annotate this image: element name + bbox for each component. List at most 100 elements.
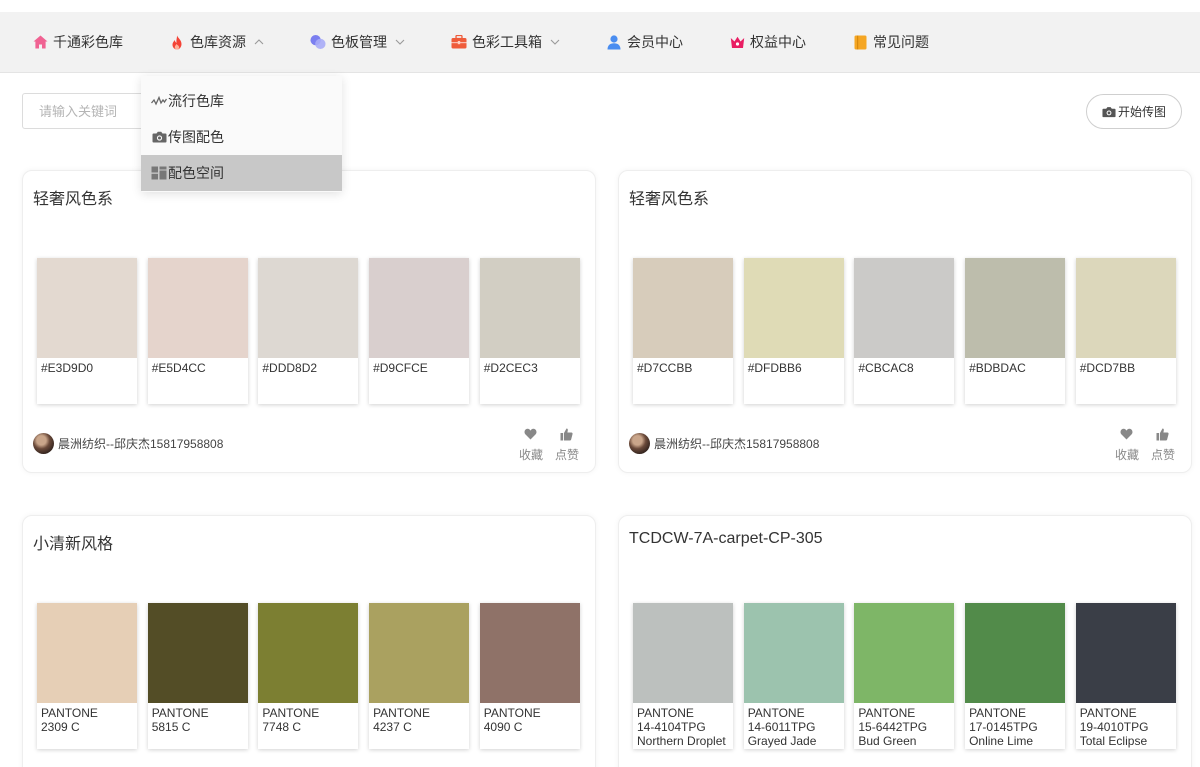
dropdown-item-trend-library[interactable]: 流行色库 — [141, 83, 342, 119]
color-swatch[interactable]: PANTONE 4090 C — [479, 603, 580, 749]
chevron-down-icon — [550, 37, 560, 47]
like-label: 点赞 — [1150, 448, 1175, 462]
color-swatch[interactable]: #D7CCBB — [633, 258, 733, 404]
nav-item-color-toolbox[interactable]: 色彩工具箱 — [451, 12, 560, 73]
swatch-row: #E3D9D0 #E5D4CC #DDD8D2 #D9CFCE #D2CEC3 — [37, 258, 590, 404]
color-swatch[interactable]: PANTONE 14-4104TPG Northern Droplet — [633, 603, 733, 749]
chevron-down-icon — [395, 37, 405, 47]
home-icon — [32, 34, 48, 50]
color-swatch[interactable]: PANTONE 14-6011TPG Grayed Jade — [743, 603, 844, 749]
color-swatch[interactable]: PANTONE 17-0145TPG Online Lime — [965, 603, 1066, 749]
collect-label: 收藏 — [1114, 448, 1139, 462]
nav-label: 权益中心 — [750, 34, 806, 50]
color-swatch[interactable]: #E3D9D0 — [37, 258, 137, 404]
swatch-code-line: 7748 C — [262, 720, 302, 734]
author-info[interactable]: 晨洲纺织--邱庆杰15817958808 — [629, 433, 819, 454]
dropdown-item-label: 传图配色 — [168, 129, 224, 145]
nav-item-benefits-center[interactable]: 权益中心 — [729, 12, 806, 73]
swatch-row: PANTONE 2309 C PANTONE 5815 C PANTONE 7748 … — [37, 603, 590, 749]
color-swatch[interactable]: #D2CEC3 — [479, 258, 580, 404]
collect-button[interactable]: 收藏 — [1115, 427, 1139, 463]
swatch-row: #D7CCBB #DFDBB6 #CBCAC8 #BDBDAC #DCD7BB — [633, 258, 1186, 404]
swatch-code-line: Northern Droplet — [637, 734, 726, 748]
grid-icon — [151, 165, 167, 181]
color-swatch[interactable]: PANTONE 5815 C — [147, 603, 248, 749]
nav-item-home[interactable]: 千通彩色库 — [32, 12, 123, 73]
top-navbar: 千通彩色库 色库资源 色板管理 色彩工具箱 会员中心 权益中心 常见问题 — [0, 12, 1200, 73]
user-icon — [606, 34, 622, 50]
color-swatch[interactable]: PANTONE 15-6442TPG Bud Green — [854, 603, 955, 749]
author-name: 晨洲纺织--邱庆杰15817958808 — [58, 437, 224, 451]
palette-title: TCDCW-7A-carpet-CP-305 — [629, 530, 823, 547]
palette-card[interactable]: TCDCW-7A-carpet-CP-305 PANTONE 14-4104TPG… — [618, 515, 1192, 767]
color-swatch[interactable]: #DFDBB6 — [743, 258, 844, 404]
nav-item-color-resources[interactable]: 色库资源 — [169, 12, 264, 73]
swatch-code-line: PANTONE — [262, 706, 320, 720]
swatch-code-line: #CBCAC8 — [858, 361, 914, 375]
swatch-code-line: #E3D9D0 — [41, 361, 94, 375]
toolbox-icon — [451, 34, 467, 50]
swatch-code-line: #DDD8D2 — [262, 361, 318, 375]
nav-item-palette-management[interactable]: 色板管理 — [310, 12, 405, 73]
swatch-code-line: #DCD7BB — [1079, 361, 1136, 375]
start-upload-button[interactable]: 开始传图 — [1086, 94, 1182, 129]
palette-icon — [310, 34, 326, 50]
dropdown-item-color-space[interactable]: 配色空间 — [141, 155, 342, 191]
color-swatch[interactable]: PANTONE 7748 C — [258, 603, 359, 749]
color-swatch[interactable]: #D9CFCE — [369, 258, 470, 404]
collect-button[interactable]: 收藏 — [519, 427, 543, 463]
color-swatch[interactable]: #CBCAC8 — [854, 258, 955, 404]
like-button[interactable]: 点赞 — [555, 427, 579, 463]
color-swatch[interactable]: PANTONE 2309 C — [37, 603, 137, 749]
swatch-code-line: 4090 C — [483, 720, 523, 734]
card-actions: 收藏 点赞 — [507, 427, 579, 463]
swatch-row: PANTONE 14-4104TPG Northern Droplet PANTON… — [633, 603, 1186, 749]
swatch-code-line: PANTONE — [1079, 706, 1137, 720]
thumbs-up-icon — [560, 427, 574, 441]
color-swatch[interactable]: #DCD7BB — [1075, 258, 1176, 404]
swatch-code-line: PANTONE — [41, 706, 98, 720]
thumbs-up-icon — [1156, 427, 1170, 441]
palette-card[interactable]: 小清新风格 PANTONE 2309 C PANTONE 5815 C PANTON… — [22, 515, 596, 767]
swatch-code-line: 5815 C — [151, 720, 191, 734]
top-strip — [0, 0, 1200, 12]
swatch-code-line: 15-6442TPG — [858, 720, 928, 734]
dropdown-item-label: 流行色库 — [168, 93, 224, 109]
color-swatch[interactable]: #BDBDAC — [965, 258, 1066, 404]
swatch-code-line: Online Lime — [969, 734, 1034, 748]
swatch-code-line: #D2CEC3 — [483, 361, 538, 375]
search-input[interactable] — [22, 93, 155, 129]
color-swatch[interactable]: #E5D4CC — [147, 258, 248, 404]
color-swatch[interactable]: PANTONE 4237 C — [369, 603, 470, 749]
nav-item-faq[interactable]: 常见问题 — [852, 12, 929, 73]
swatch-code-line: 14-4104TPG — [637, 720, 706, 734]
palette-title: 轻奢风色系 — [629, 191, 710, 208]
author-info[interactable]: 晨洲纺织--邱庆杰15817958808 — [33, 433, 223, 454]
crown-icon — [729, 34, 745, 50]
color-resources-dropdown-menu: 流行色库 传图配色 配色空间 — [141, 76, 342, 192]
swatch-code-line: 19-4010TPG — [1079, 720, 1149, 734]
nav-item-member-center[interactable]: 会员中心 — [606, 12, 683, 73]
nav-label: 千通彩色库 — [53, 34, 123, 50]
swatch-code-line: PANTONE — [969, 706, 1026, 720]
nav-label: 色彩工具箱 — [472, 34, 542, 50]
upload-button-label: 开始传图 — [1117, 105, 1166, 119]
swatch-code-line: PANTONE — [858, 706, 916, 720]
swatch-code-line: PANTONE — [373, 706, 430, 720]
avatar — [33, 433, 54, 454]
like-label: 点赞 — [554, 448, 579, 462]
collect-label: 收藏 — [518, 448, 543, 462]
dropdown-item-image-color-match[interactable]: 传图配色 — [141, 119, 342, 155]
color-swatch[interactable]: PANTONE 19-4010TPG Total Eclipse — [1075, 603, 1176, 749]
camera-icon — [1102, 105, 1116, 119]
nav-label: 常见问题 — [873, 34, 929, 50]
trend-icon — [151, 93, 167, 109]
chevron-up-icon — [254, 37, 264, 47]
swatch-code-line: #D9CFCE — [373, 361, 428, 375]
palette-card[interactable]: 轻奢风色系 #E3D9D0 #E5D4CC #DDD8D2 #D9CFCE #D… — [22, 170, 596, 473]
swatch-code-line: PANTONE — [747, 706, 805, 720]
like-button[interactable]: 点赞 — [1151, 427, 1175, 463]
faq-book-icon — [852, 34, 868, 50]
color-swatch[interactable]: #DDD8D2 — [258, 258, 359, 404]
palette-card[interactable]: 轻奢风色系 #D7CCBB #DFDBB6 #CBCAC8 #BDBDAC #D… — [618, 170, 1192, 473]
